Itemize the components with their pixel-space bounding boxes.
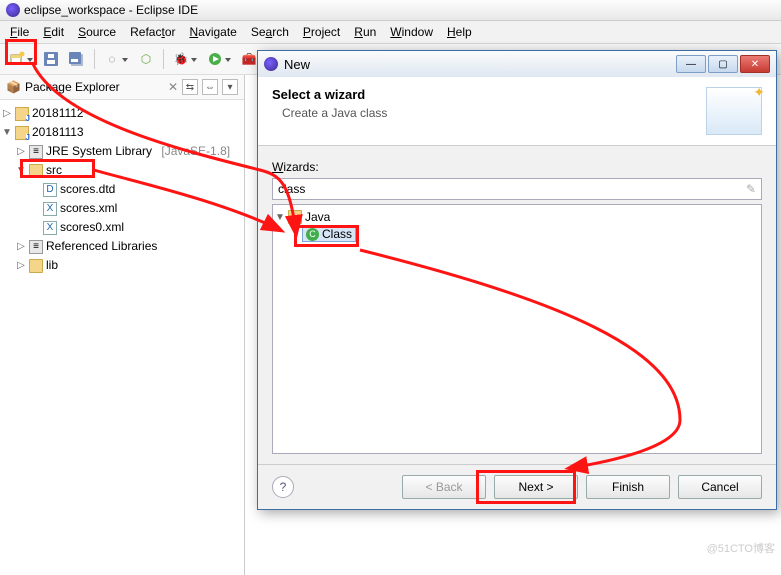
close-button[interactable]: ✕ [740,55,770,73]
link-editor-button[interactable]: ⇔ [202,79,218,95]
package-explorer-view: 📦 Package Explorer ✕ ⇆ ⇔ ▾ ▷20181112 ▼20… [0,75,245,575]
menu-refactor[interactable]: Refactor [124,23,181,41]
help-button[interactable]: ? [272,476,294,498]
view-title: Package Explorer [25,80,164,94]
menu-navigate[interactable]: Navigate [183,23,242,41]
lib-folder-node[interactable]: ▷lib [2,256,242,275]
window-title: eclipse_workspace - Eclipse IDE [24,3,198,17]
dialog-footer: ? < Back Next > Finish Cancel [258,464,776,509]
menu-search[interactable]: Search [245,23,295,41]
file-node[interactable]: Xscores0.xml [2,218,242,237]
src-folder-node[interactable]: ▼src [2,161,242,180]
run-button[interactable] [204,48,226,70]
dialog-subheading: Create a Java class [272,106,387,120]
menu-edit[interactable]: Edit [37,23,70,41]
skip-breakpoints-button[interactable]: ◌ [101,48,123,70]
menu-project[interactable]: Project [297,23,346,41]
wizard-filter-field[interactable]: ✎ [272,178,762,200]
close-view-icon[interactable]: ✕ [168,80,178,94]
wizard-banner-icon [706,87,762,135]
next-button[interactable]: Next > [494,475,578,499]
dialog-titlebar[interactable]: New — ▢ ✕ [258,51,776,77]
project-tree[interactable]: ▷20181112 ▼20181113 ▷≡JRE System Library… [0,100,244,279]
cancel-button[interactable]: Cancel [678,475,762,499]
menu-help[interactable]: Help [441,23,478,41]
file-node[interactable]: Dscores.dtd [2,180,242,199]
referenced-libraries-node[interactable]: ▷≡Referenced Libraries [2,237,242,256]
clear-filter-icon[interactable]: ✎ [746,182,756,196]
main-window-titlebar: eclipse_workspace - Eclipse IDE [0,0,781,21]
watermark: @51CTO博客 [707,540,775,556]
package-explorer-icon: 📦 [6,80,21,94]
save-all-button[interactable] [66,48,88,70]
new-wizard-dialog: New — ▢ ✕ Select a wizard Create a Java … [257,50,777,510]
minimize-button[interactable]: — [676,55,706,73]
file-node[interactable]: Xscores.xml [2,199,242,218]
wizards-label: Wizards: [272,160,762,174]
build-button[interactable]: ⬡ [135,48,157,70]
menu-file[interactable]: File [4,23,35,41]
new-wizard-button[interactable] [6,48,28,70]
java-category-node[interactable]: ▼Java [275,209,759,225]
class-wizard-node[interactable]: CClass [275,225,759,243]
debug-button[interactable]: 🐞 [170,48,192,70]
wizard-tree[interactable]: ▼Java CClass [272,204,762,454]
dialog-heading: Select a wizard [272,87,387,102]
eclipse-icon [264,57,278,71]
class-icon: C [306,228,319,241]
eclipse-icon [6,3,20,17]
back-button[interactable]: < Back [402,475,486,499]
dialog-header: Select a wizard Create a Java class [258,77,776,146]
collapse-all-button[interactable]: ⇆ [182,79,198,95]
view-menu-button[interactable]: ▾ [222,79,238,95]
menu-source[interactable]: Source [72,23,122,41]
save-button[interactable] [40,48,62,70]
project-node[interactable]: ▼20181113 [2,123,242,142]
project-node[interactable]: ▷20181112 [2,104,242,123]
wizard-filter-input[interactable] [278,182,746,196]
dialog-title: New [284,57,670,72]
menu-run[interactable]: Run [348,23,382,41]
finish-button[interactable]: Finish [586,475,670,499]
menu-bar: File Edit Source Refactor Navigate Searc… [0,21,781,44]
maximize-button[interactable]: ▢ [708,55,738,73]
jre-library-node[interactable]: ▷≡JRE System Library [JavaSE-1.8] [2,142,242,161]
menu-window[interactable]: Window [384,23,439,41]
